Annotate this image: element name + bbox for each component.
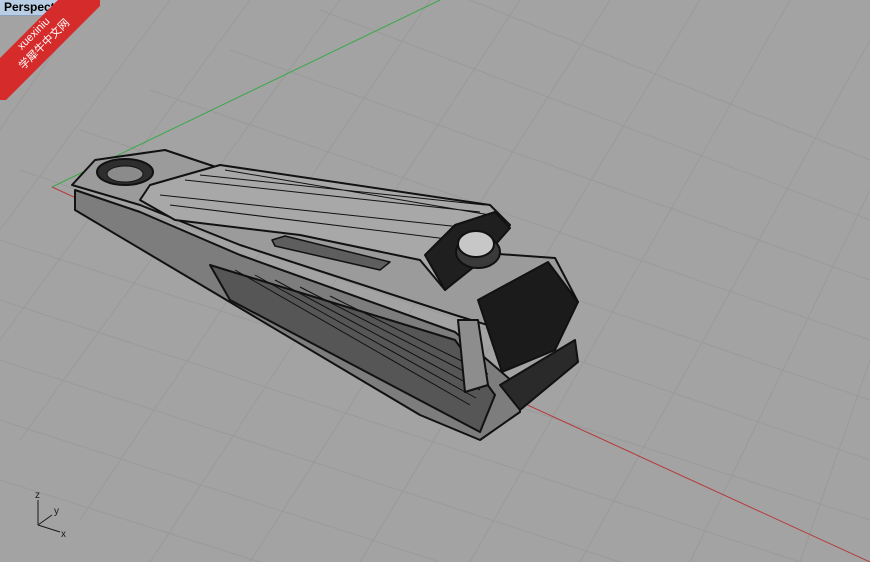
pivot-hole-inner [106,165,144,183]
axis-y-label: y [54,506,59,517]
viewport-scene[interactable]: z y x [0,0,870,562]
axis-z-label: z [35,490,40,501]
perspective-viewport[interactable]: z y x Perspective xuexiniu 学犀牛中文网 [0,0,870,562]
watermark-logo: xuexiniu 学犀牛中文网 [0,0,100,100]
watermark-ribbon: xuexiniu 学犀牛中文网 [0,0,100,100]
pivot-pin-top [457,230,495,258]
nail-clipper-model[interactable] [71,149,579,441]
axis-x-label: x [61,529,66,540]
